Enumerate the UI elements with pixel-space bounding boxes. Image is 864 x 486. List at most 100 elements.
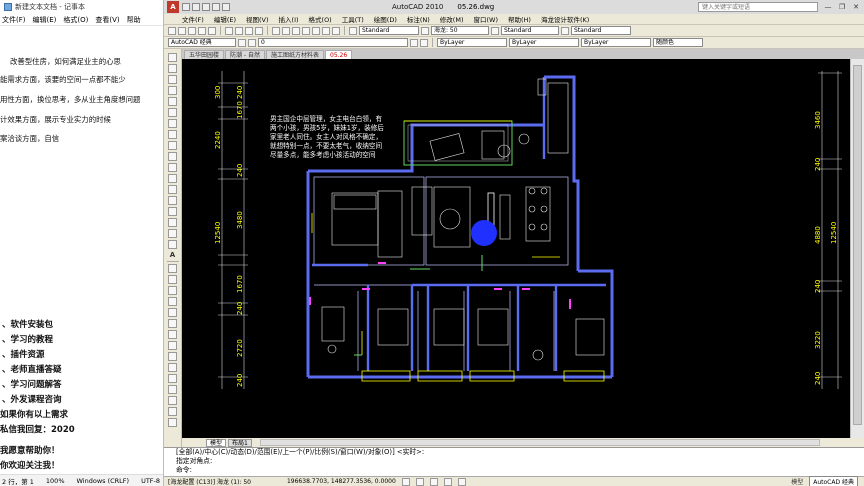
cut-icon[interactable] (225, 26, 233, 35)
open-icon[interactable] (178, 26, 186, 35)
doc-tab[interactable]: 防潮 - 自然 (225, 50, 265, 59)
construction-line-icon[interactable] (168, 64, 177, 73)
menu-help[interactable]: 帮助(H) (508, 14, 531, 24)
copy-icon[interactable] (235, 26, 243, 35)
autocad-logo-icon[interactable]: A (167, 1, 179, 13)
zoom-window-icon[interactable] (292, 26, 300, 35)
lineweight-select[interactable]: ByLayer (581, 38, 651, 47)
grid-icon[interactable] (415, 477, 424, 486)
offset-icon[interactable] (168, 297, 177, 306)
doc-tab[interactable]: 施工图纸方材料表 (266, 50, 325, 59)
polyline-icon[interactable] (168, 75, 177, 84)
np-menu-file[interactable]: 文件(F) (2, 15, 26, 25)
hatch-icon[interactable] (168, 207, 177, 216)
menu-edit[interactable]: 编辑(E) (214, 14, 236, 24)
ortho-icon[interactable] (429, 477, 438, 486)
layer-manager-icon[interactable] (248, 38, 256, 47)
ellipse-icon[interactable] (168, 152, 177, 161)
menu-modify[interactable]: 修改(M) (440, 14, 464, 24)
command-line[interactable]: [全部(A)/中心(C)/动态(D)/范围(E)/上一个(P)/比例(S)/窗口… (164, 447, 864, 476)
linetype-select[interactable]: ByLayer (509, 38, 579, 47)
trim-icon[interactable] (168, 363, 177, 372)
scale-icon[interactable] (168, 341, 177, 350)
zoom-previous-icon[interactable] (302, 26, 310, 35)
stretch-icon[interactable] (168, 352, 177, 361)
redo-icon[interactable] (222, 3, 230, 11)
np-menu-format[interactable]: 格式(O) (63, 15, 88, 25)
menu-window[interactable]: 窗口(W) (473, 14, 498, 24)
copy-object-icon[interactable] (168, 275, 177, 284)
point-icon[interactable] (168, 196, 177, 205)
paste-icon[interactable] (245, 26, 253, 35)
polar-icon[interactable] (443, 477, 452, 486)
snap-icon[interactable] (401, 477, 410, 486)
horizontal-scrollbar[interactable] (259, 439, 820, 446)
status-workspace[interactable]: AutoCAD 经典 (809, 476, 858, 486)
menu-file[interactable]: 文件(F) (182, 14, 204, 24)
maximize-icon[interactable]: ❐ (836, 2, 848, 12)
doc-tab-active[interactable]: 05.26 (325, 50, 353, 59)
menu-format[interactable]: 格式(O) (309, 14, 332, 24)
menu-view[interactable]: 视图(V) (246, 14, 269, 24)
minimize-icon[interactable]: — (822, 2, 834, 12)
print-icon[interactable] (198, 26, 206, 35)
array-icon[interactable] (168, 308, 177, 317)
workspace-select[interactable]: AutoCAD 经典 (168, 38, 236, 47)
pan-icon[interactable] (272, 26, 280, 35)
mleader-style-select[interactable]: Standard (571, 26, 631, 35)
multiline-text-icon[interactable]: A (170, 251, 175, 259)
tab-model[interactable]: 模型 (206, 438, 227, 447)
menu-draw[interactable]: 绘图(D) (374, 14, 397, 24)
match-properties-icon[interactable] (255, 26, 263, 35)
workspace-settings-icon[interactable] (238, 38, 246, 47)
layer-previous-icon[interactable] (410, 38, 418, 47)
fillet-icon[interactable] (168, 407, 177, 416)
status-space[interactable]: 模型 (791, 477, 803, 486)
insert-block-icon[interactable] (168, 174, 177, 183)
dim-style-select[interactable]: 海龙: 50 (431, 26, 489, 35)
doc-tab[interactable]: 五华田园楼 (184, 50, 225, 59)
tab-layout1[interactable]: 布局1 (228, 438, 252, 447)
color-select[interactable]: ByLayer (437, 38, 507, 47)
command-prompt[interactable]: 命令: (176, 466, 864, 475)
undo-icon[interactable] (212, 3, 220, 11)
revision-cloud-icon[interactable] (168, 130, 177, 139)
polygon-icon[interactable] (168, 86, 177, 95)
region-icon[interactable] (168, 229, 177, 238)
circle-icon[interactable] (168, 119, 177, 128)
text-style-select[interactable]: Standard (359, 26, 419, 35)
scroll-thumb[interactable] (853, 65, 862, 425)
make-current-icon[interactable] (420, 38, 428, 47)
table-icon[interactable] (168, 240, 177, 249)
drawing-canvas[interactable]: 300 2240 240 1670 240 3480 12540 1670 24… (182, 59, 850, 438)
rectangle-icon[interactable] (168, 97, 177, 106)
save-icon[interactable] (202, 3, 210, 11)
chamfer-icon[interactable] (168, 396, 177, 405)
make-block-icon[interactable] (168, 185, 177, 194)
properties-icon[interactable] (312, 26, 320, 35)
table-style-select[interactable]: Standard (501, 26, 559, 35)
vertical-scrollbar[interactable] (850, 59, 864, 438)
notepad-titlebar[interactable]: 新建文本文档 - 记事本 (0, 0, 163, 14)
design-center-icon[interactable] (322, 26, 330, 35)
osnap-icon[interactable] (457, 477, 466, 486)
arc-icon[interactable] (168, 108, 177, 117)
line-icon[interactable] (168, 53, 177, 62)
np-menu-view[interactable]: 查看(V) (95, 15, 119, 25)
extend-icon[interactable] (168, 374, 177, 383)
erase-icon[interactable] (168, 264, 177, 273)
open-file-icon[interactable] (192, 3, 200, 11)
notepad-text-area[interactable]: 改善型住房，如何满足业主的心思 能需求方面，该要的空间一点都不能少 用性方面，换… (0, 26, 163, 471)
spline-icon[interactable] (168, 141, 177, 150)
layer-select[interactable]: 0 (258, 38, 408, 47)
mirror-icon[interactable] (168, 286, 177, 295)
menu-tools[interactable]: 工具(T) (342, 14, 364, 24)
explode-icon[interactable] (168, 418, 177, 427)
rotate-icon[interactable] (168, 330, 177, 339)
np-menu-edit[interactable]: 编辑(E) (33, 15, 57, 25)
search-input[interactable]: 键入关键字或短语 (698, 2, 818, 12)
ellipse-arc-icon[interactable] (168, 163, 177, 172)
break-icon[interactable] (168, 385, 177, 394)
new-icon[interactable] (168, 26, 176, 35)
tool-palette-icon[interactable] (332, 26, 340, 35)
